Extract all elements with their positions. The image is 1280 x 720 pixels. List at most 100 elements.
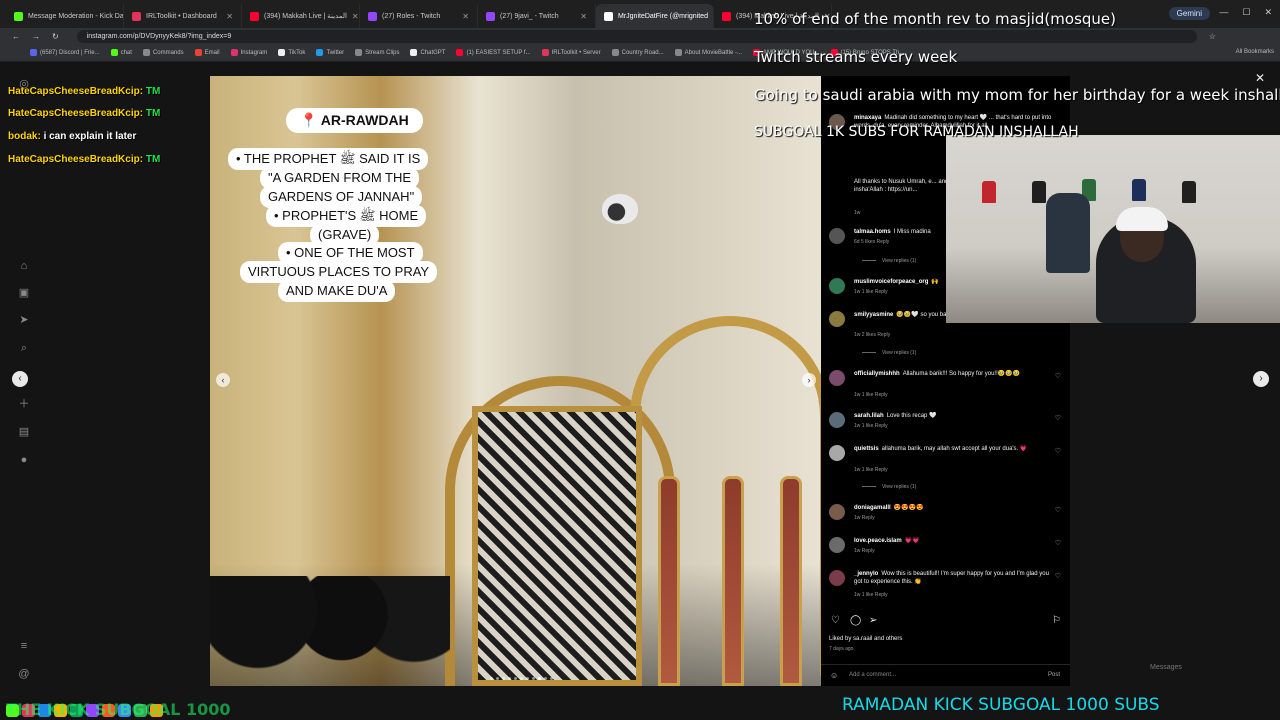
star-icon[interactable]: ☆ <box>1209 32 1216 41</box>
menu-icon[interactable]: ≡ <box>17 639 31 653</box>
close-icon[interactable]: ✕ <box>1255 71 1265 85</box>
comment-user[interactable]: muslimvoiceforpeace_org <box>854 279 928 285</box>
comment-user[interactable]: love.peace.islam <box>854 538 902 544</box>
close-icon[interactable]: ✕ <box>580 12 587 21</box>
dashboard-icon[interactable]: ▤ <box>17 425 31 439</box>
tab-2[interactable]: (394) Makkah Live | المدينة ✕ <box>242 4 360 28</box>
view-replies-link[interactable]: View replies (1) <box>862 258 916 264</box>
url-field[interactable]: instagram.com/p/DVDynyyKek8/?img_index=9 <box>76 29 1197 43</box>
bookmark-label: IRLToolkit • Server <box>551 49 601 56</box>
forward-icon[interactable]: → <box>32 32 40 41</box>
profile-icon[interactable]: ● <box>17 453 31 467</box>
next-post-icon[interactable]: › <box>1253 371 1269 387</box>
bookmark-item[interactable]: TikTok <box>278 49 305 56</box>
comment-user[interactable]: minaxaya <box>854 115 881 121</box>
post-comment-button[interactable]: Post <box>1048 672 1060 678</box>
bookmark-item[interactable]: Commands <box>142 49 184 56</box>
bookmark-item[interactable]: Email <box>194 49 220 56</box>
photo-next-icon[interactable]: › <box>802 373 816 387</box>
add-comment-input[interactable]: Add a comment... <box>849 672 896 678</box>
avatar[interactable] <box>829 228 845 244</box>
threads-icon[interactable]: @ <box>17 667 31 681</box>
reload-icon[interactable]: ↻ <box>52 32 59 41</box>
screen: Message Moderation - Kick Da✕ IRLToolkit… <box>0 0 1280 720</box>
decor-jersey <box>982 181 996 203</box>
bookmark-item[interactable]: Country Road... <box>611 49 664 56</box>
minimize-icon[interactable]: — <box>1219 7 1228 18</box>
comment-user[interactable]: _jennylo <box>854 571 878 577</box>
bookmark-item[interactable]: Stream Clips <box>355 49 399 56</box>
avatar[interactable] <box>829 278 845 294</box>
comment-icon[interactable]: ◯ <box>850 615 861 626</box>
avatar[interactable] <box>829 570 845 586</box>
bookmark-item[interactable]: About MovieBattle -... <box>674 49 743 56</box>
tab-0[interactable]: Message Moderation - Kick Da✕ <box>6 4 124 28</box>
tab-1[interactable]: IRLToolkit • Dashboard ✕ <box>124 4 242 28</box>
avatar[interactable] <box>829 412 845 428</box>
comment-user[interactable]: smilyyasmine <box>854 312 893 318</box>
bookmark-item[interactable]: ChatGPT <box>410 49 445 56</box>
emoji-icon[interactable]: ☺ <box>830 671 838 680</box>
gemini-button[interactable]: Gemini <box>1168 7 1210 20</box>
comment-meta: 1w 2 likes Reply <box>854 332 891 338</box>
bookmark-favicon <box>278 49 286 56</box>
bookmark-item[interactable]: Twitter <box>316 49 344 56</box>
bookmark-item[interactable]: (6587) Discord | Frie... <box>30 49 100 56</box>
like-comment-icon[interactable]: ♡ <box>1055 414 1061 422</box>
photo-prev-icon[interactable]: ‹ <box>216 373 230 387</box>
bookmark-icon[interactable]: ⚐ <box>1052 615 1061 626</box>
tab-5[interactable]: MrJgniteDatFire (@mrignited✕ <box>596 4 714 28</box>
maximize-icon[interactable]: ☐ <box>1242 7 1250 18</box>
search-icon[interactable]: ⌕ <box>17 341 31 355</box>
comment-meta: 1w 1 like Reply <box>854 467 888 473</box>
bookmark-favicon <box>355 49 363 56</box>
bookmark-favicon <box>230 49 238 56</box>
bookmark-item[interactable]: Instagram <box>230 49 267 56</box>
tab-label: (27) Roles - Twitch <box>382 12 441 20</box>
direct-icon[interactable]: ➤ <box>17 313 31 327</box>
liked-by-text[interactable]: Liked by sa.raail and others <box>829 636 902 642</box>
messages-button[interactable]: Messages <box>1150 664 1182 671</box>
avatar[interactable] <box>829 537 845 553</box>
comment-user[interactable]: sarah.lilah <box>854 413 884 419</box>
view-replies-link[interactable]: View replies (1) <box>862 350 916 356</box>
tab-label: (394) Makkah Live | المدينة <box>264 13 347 20</box>
close-icon[interactable]: ✕ <box>352 12 359 21</box>
reels-icon[interactable]: ▣ <box>17 286 31 300</box>
close-icon[interactable]: ✕ <box>226 12 233 21</box>
comment-user[interactable]: talmaa.homs <box>854 229 891 235</box>
bookmark-item[interactable]: (1) EASIEST SETUP f... <box>456 49 531 56</box>
bookmark-item[interactable]: chat <box>110 49 132 56</box>
tab-3[interactable]: (27) Roles - Twitch ✕ <box>360 4 478 28</box>
prev-post-icon[interactable]: ‹ <box>12 371 28 387</box>
close-icon[interactable]: ✕ <box>462 12 469 21</box>
bookmark-label: About MovieBattle -... <box>684 49 743 56</box>
like-comment-icon[interactable]: ♡ <box>1055 506 1061 514</box>
like-comment-icon[interactable]: ♡ <box>1055 572 1061 580</box>
like-comment-icon[interactable]: ♡ <box>1055 372 1061 380</box>
back-icon[interactable]: ← <box>12 32 20 41</box>
location-caption: 📍 AR-RAWDAH <box>286 108 423 133</box>
view-replies-link[interactable]: View replies (1) <box>862 484 916 490</box>
create-icon[interactable]: ＋ <box>17 397 31 411</box>
home-icon[interactable]: ⌂ <box>17 259 31 273</box>
comment-user[interactable]: officiallymishhh <box>854 371 900 377</box>
avatar[interactable] <box>829 370 845 386</box>
tab-favicon <box>250 11 259 21</box>
avatar[interactable] <box>829 311 845 327</box>
tab-4[interactable]: (27) 9javi_ - Twitch ✕ <box>478 4 596 28</box>
comment-user[interactable]: quiettsis <box>854 446 879 452</box>
share-icon[interactable]: ➢ <box>869 615 877 626</box>
all-bookmarks[interactable]: All Bookmarks <box>1236 49 1274 55</box>
post-photo[interactable]: 📍 AR-RAWDAH • THE PROPHET ﷺ SAID IT IS "… <box>210 76 821 686</box>
like-icon[interactable]: ♡ <box>831 615 840 626</box>
close-window-icon[interactable]: ✕ <box>1264 7 1272 18</box>
bookmark-item[interactable]: IRLToolkit • Server <box>541 49 601 56</box>
comment-meta: 1w 1 like Reply <box>854 289 888 295</box>
goal-text: 10% of end of the month rev to masjid(mo… <box>754 10 1116 28</box>
avatar[interactable] <box>829 445 845 461</box>
like-comment-icon[interactable]: ♡ <box>1055 539 1061 547</box>
like-comment-icon[interactable]: ♡ <box>1055 447 1061 455</box>
avatar[interactable] <box>829 504 845 520</box>
comment-user[interactable]: doniagamalll <box>854 505 891 511</box>
